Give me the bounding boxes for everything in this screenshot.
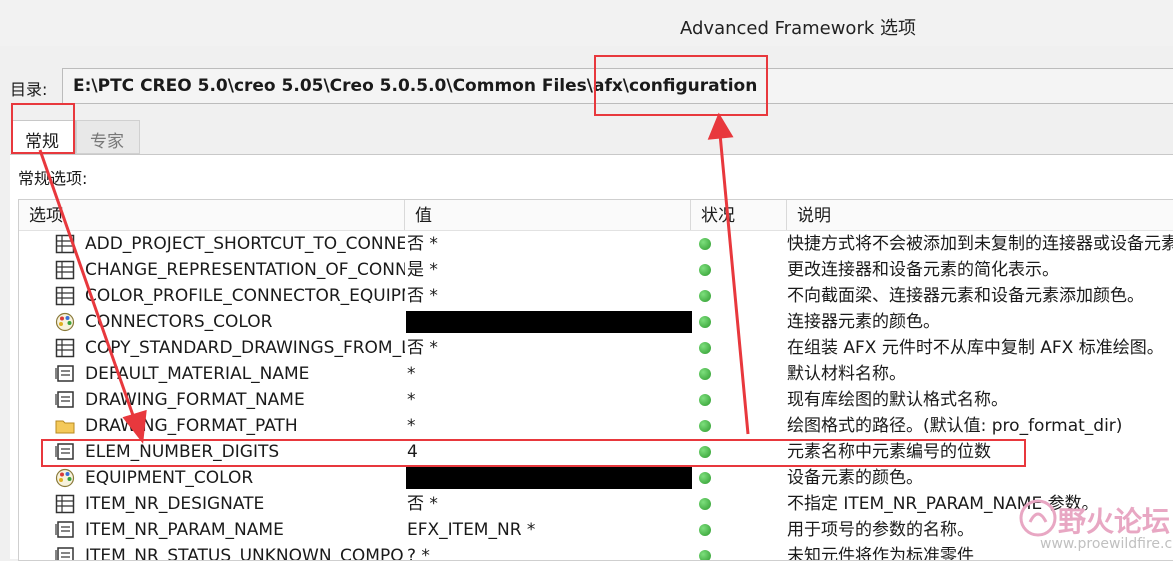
annotation-arrowhead xyxy=(707,112,734,140)
annotation-arrow-line xyxy=(718,133,750,435)
annotation-arrows xyxy=(38,112,750,444)
watermark: 野火论坛 www.proewildfire.cn xyxy=(1010,496,1173,558)
watermark-url: www.proewildfire.cn xyxy=(1040,536,1173,552)
watermark-logo-icon xyxy=(1019,499,1057,537)
annotation-arrow-line xyxy=(38,149,138,425)
annotation-arrowhead xyxy=(122,409,147,444)
watermark-text: 野火论坛 xyxy=(1058,505,1171,538)
